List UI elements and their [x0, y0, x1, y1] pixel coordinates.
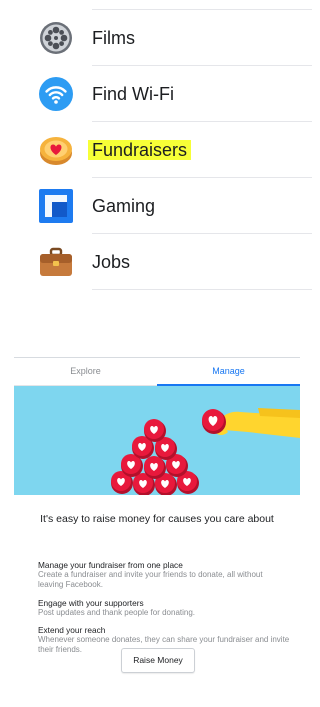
feature-item: Manage your fundraiser from one place Cr… — [38, 560, 290, 589]
menu-item-label: Jobs — [92, 252, 131, 272]
heart-coin-pile — [111, 419, 199, 495]
feature-item: Engage with your supporters Post updates… — [38, 598, 290, 618]
tab-manage[interactable]: Manage — [157, 358, 300, 386]
menu-item-label: Gaming — [92, 196, 156, 216]
divider — [92, 289, 312, 290]
fundraiser-panel: Explore Manage It's easy to raise money … — [14, 357, 300, 689]
menu-item-find-wifi[interactable]: Find Wi-Fi — [0, 66, 312, 122]
fundraiser-hero-illustration — [14, 386, 300, 495]
fundraiser-headline: It's easy to raise money for causes you … — [40, 513, 274, 525]
menu-item-films[interactable]: Films — [0, 10, 312, 66]
gaming-icon — [38, 188, 74, 224]
fundraiser-tabs: Explore Manage — [14, 358, 300, 386]
heart-coin — [202, 409, 226, 434]
feature-description: Post updates and thank people for donati… — [38, 608, 196, 617]
menu-item-label: Fundraisers — [88, 140, 192, 160]
shortcuts-menu: Films Find Wi-Fi Fundraisers Gaming Jobs — [0, 0, 312, 300]
tab-explore[interactable]: Explore — [14, 358, 157, 385]
wifi-icon — [38, 76, 74, 112]
briefcase-icon — [38, 244, 74, 280]
feature-title: Manage your fundraiser from one place — [38, 560, 183, 570]
menu-item-jobs[interactable]: Jobs — [0, 234, 312, 290]
menu-item-label: Find Wi-Fi — [92, 84, 174, 104]
raise-money-button[interactable]: Raise Money — [121, 648, 195, 673]
feature-title: Engage with your supporters — [38, 598, 144, 608]
heart-coin-icon — [38, 132, 74, 168]
menu-item-label: Films — [92, 28, 135, 48]
film-reel-icon — [38, 20, 74, 56]
menu-item-fundraisers[interactable]: Fundraisers — [0, 122, 312, 178]
feature-title: Extend your reach — [38, 625, 106, 635]
menu-item-gaming[interactable]: Gaming — [0, 178, 312, 234]
feature-description: Create a fundraiser and invite your frie… — [38, 570, 263, 589]
